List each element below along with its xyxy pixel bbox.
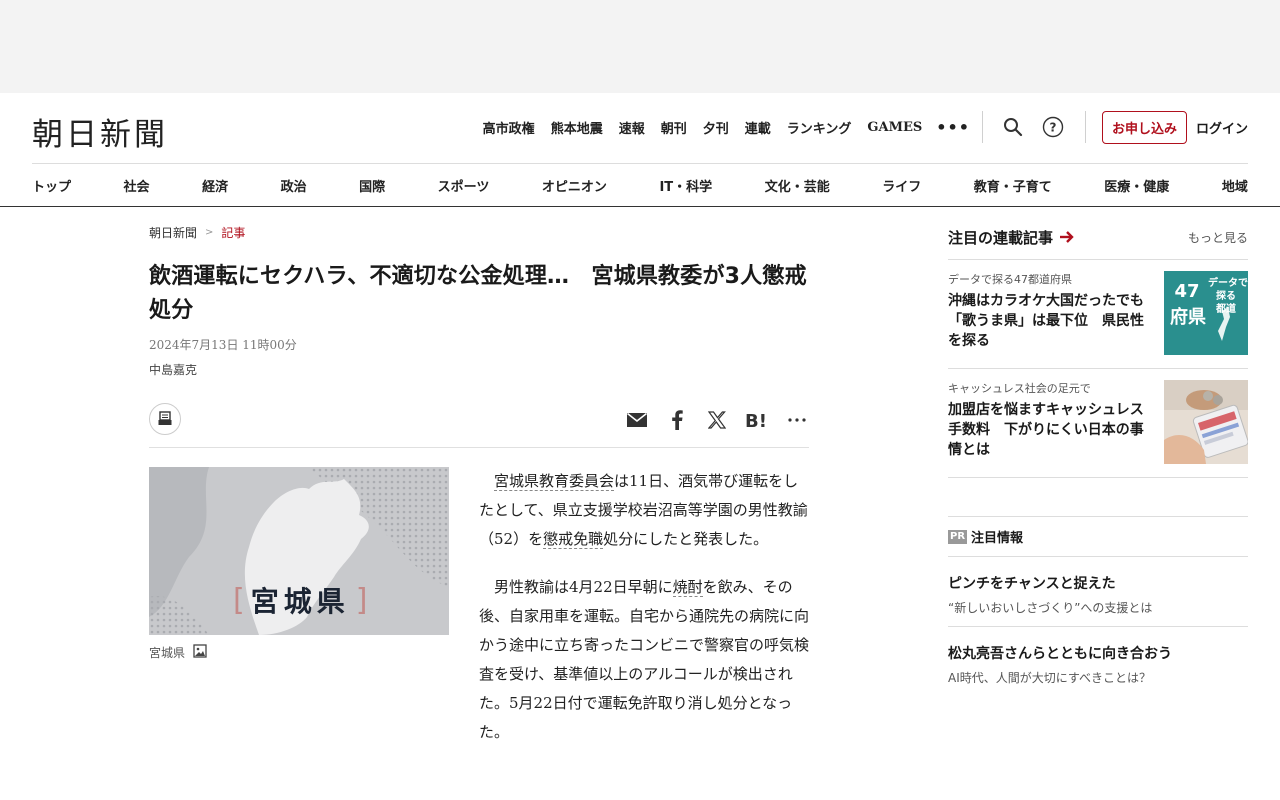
bracket-left: [ <box>233 582 245 618</box>
breadcrumb-home[interactable]: 朝日新聞 <box>149 224 197 241</box>
pr-section: PR 注目情報 ピンチをチャンスと捉えた “新しいおいしさづくり”への支援とは … <box>948 516 1248 696</box>
category-item[interactable]: 経済 <box>202 176 228 195</box>
category-item[interactable]: オピニオン <box>542 176 607 195</box>
article-date: 2024年7月13日 11時00分 <box>149 338 297 352</box>
series-card[interactable]: キャッシュレス社会の足元で 加盟店を悩ますキャッシュレス手数料 下がりにくい日本… <box>948 369 1248 478</box>
category-item[interactable]: IT・科学 <box>659 176 712 195</box>
topnav-item[interactable]: 高市政権 <box>483 118 535 137</box>
facebook-share-icon[interactable] <box>665 408 689 432</box>
subscribe-button[interactable]: お申し込み <box>1101 110 1187 144</box>
mail-share-icon[interactable] <box>625 408 649 432</box>
pr-item[interactable]: ピンチをチャンスと捉えた “新しいおいしさづくり”への支援とは <box>948 557 1248 627</box>
map-image[interactable]: [ 宮城県 ] <box>149 467 449 635</box>
article-paragraph: 男性教諭は4月22日早朝に焼酎を飲み、その後、自家用車を運転。自宅から通院先の病… <box>479 573 809 747</box>
paragraph-text: 処分にしたと発表した。 <box>603 530 769 548</box>
sidebar: 注目の連載記事 もっと見る データで探る47都道府県 沖縄はカラオケ大国だったで… <box>948 207 1248 696</box>
breadcrumb: 朝日新聞 > 記事 <box>149 224 809 241</box>
pr-item[interactable]: 松丸亮吾さんらとともに向き合おう AI時代、人間が大切にすべきことは？ <box>948 627 1248 696</box>
series-header: 注目の連載記事 もっと見る <box>948 223 1248 260</box>
site-header: 朝日新聞 高市政権 熊本地震 速報 朝刊 夕刊 連載 ランキング GAMES •… <box>0 93 1280 207</box>
share-icons: B! <box>609 408 809 432</box>
thumb-text-left: 47 府県 <box>1170 281 1206 328</box>
category-item[interactable]: 教育・子育て <box>974 176 1052 195</box>
category-item[interactable]: 医療・健康 <box>1104 176 1169 195</box>
series-thumbnail-photo <box>1164 380 1248 464</box>
topnav-item[interactable]: 連載 <box>745 118 771 137</box>
divider <box>1084 111 1086 143</box>
login-link[interactable]: ログイン <box>1196 118 1248 137</box>
paragraph-text: 男性教諭は4月22日早朝に <box>494 578 673 596</box>
top-nav: 高市政権 熊本地震 速報 朝刊 夕刊 連載 ランキング GAMES ••• ? … <box>467 110 1248 144</box>
topnav-item-games[interactable]: GAMES <box>867 120 922 135</box>
category-item[interactable]: 政治 <box>281 176 307 195</box>
x-share-icon[interactable] <box>705 408 729 432</box>
paragraph-text: を飲み、その後、自家用車を運転。自宅から通院先の病院に向かう途中に立ち寄ったコン… <box>479 578 810 741</box>
figure-caption: 宮城県 <box>149 644 449 661</box>
series-title-text: 注目の連載記事 <box>948 228 1054 247</box>
article-body: 宮城県教育委員会は11日、酒気帯び運転をしたとして、県立支援学校岩沼高等学園の男… <box>479 467 809 766</box>
hatena-bookmark-icon[interactable]: B! <box>745 408 769 432</box>
image-icon[interactable] <box>193 644 207 661</box>
topnav-item[interactable]: 朝刊 <box>661 118 687 137</box>
category-item[interactable]: ライフ <box>882 176 921 195</box>
series-title[interactable]: 注目の連載記事 <box>948 227 1075 248</box>
pr-item-title: ピンチをチャンスと捉えた <box>948 576 1116 592</box>
article-headline: 飲酒運転にセクハラ、不適切な公金処理… 宮城県教委が3人懲戒処分 <box>149 264 807 323</box>
breadcrumb-current: 記事 <box>221 226 246 240</box>
more-menu-button[interactable]: ••• <box>936 118 970 137</box>
category-item[interactable]: 文化・芸能 <box>765 176 830 195</box>
series-card-text: キャッシュレス社会の足元で 加盟店を悩ますキャッシュレス手数料 下がりにくい日本… <box>948 380 1153 464</box>
article-main: 朝日新聞 > 記事 飲酒運転にセクハラ、不適切な公金処理… 宮城県教委が3人懲戒… <box>149 207 809 741</box>
breadcrumb-separator: > <box>205 227 214 238</box>
help-icon[interactable]: ? <box>1042 116 1064 138</box>
series-thumbnail: 47 府県 データで 探る 都道 <box>1164 271 1248 355</box>
category-item[interactable]: スポーツ <box>438 176 490 195</box>
category-item[interactable]: 社会 <box>124 176 150 195</box>
series-card-title: 沖縄はカラオケ大国だったでも「歌うま県」は最下位 県民性を探る <box>948 293 1144 349</box>
series-kicker: データで探る47都道府県 <box>948 273 1072 286</box>
bracket-right: ] <box>355 582 368 618</box>
topnav-item[interactable]: 速報 <box>619 118 645 137</box>
series-card[interactable]: データで探る47都道府県 沖縄はカラオケ大国だったでも「歌うま県」は最下位 県民… <box>948 260 1248 369</box>
ad-banner-area <box>0 0 1280 93</box>
pr-item-sub: “新しいおいしさづくり”への支援とは <box>948 601 1153 615</box>
see-more-link[interactable]: もっと見る <box>1188 229 1248 246</box>
keyword-link[interactable]: 焼酎 <box>672 578 703 597</box>
series-kicker: キャッシュレス社会の足元で <box>948 382 1091 395</box>
map-label-text: 宮城県 <box>250 585 350 618</box>
map-label: [ 宮城県 ] <box>227 580 373 620</box>
pr-item-sub: AI時代、人間が大切にすべきことは？ <box>948 671 1152 685</box>
category-nav: トップ 社会 経済 政治 国際 スポーツ オピニオン IT・科学 文化・芸能 ラ… <box>32 163 1248 207</box>
svg-text:B!: B! <box>745 411 767 430</box>
article-author[interactable]: 中島嘉克 <box>149 361 809 378</box>
category-item[interactable]: 地域 <box>1222 176 1248 195</box>
share-bar: B! <box>149 400 809 448</box>
article-paragraph: 宮城県教育委員会は11日、酒気帯び運転をしたとして、県立支援学校岩沼高等学園の男… <box>479 467 809 554</box>
series-card-text: データで探る47都道府県 沖縄はカラオケ大国だったでも「歌うま県」は最下位 県民… <box>948 271 1153 355</box>
category-item[interactable]: 国際 <box>359 176 385 195</box>
pr-header: PR 注目情報 <box>948 527 1248 557</box>
search-icon[interactable] <box>1002 116 1024 138</box>
pr-title: 注目情報 <box>971 531 1024 546</box>
arrow-right-icon <box>1060 231 1074 243</box>
article-figure: [ 宮城県 ] 宮城県 <box>149 467 449 661</box>
pr-badge: PR <box>948 529 968 544</box>
svg-text:?: ? <box>1049 121 1056 135</box>
thumb-text-right: データで 探る 都道 <box>1208 278 1248 315</box>
keyword-link[interactable]: 宮城県教育委員会 <box>494 472 615 491</box>
topnav-item[interactable]: 熊本地震 <box>551 118 603 137</box>
more-share-icon[interactable] <box>785 408 809 432</box>
divider <box>981 111 983 143</box>
site-logo[interactable]: 朝日新聞 <box>32 109 168 154</box>
pr-item-title: 松丸亮吾さんらとともに向き合おう <box>948 646 1172 662</box>
topnav-item[interactable]: 夕刊 <box>703 118 729 137</box>
series-card-title: 加盟店を悩ますキャッシュレス手数料 下がりにくい日本の事情とは <box>948 402 1144 458</box>
print-icon[interactable] <box>149 403 181 435</box>
keyword-link[interactable]: 懲戒免職 <box>543 530 604 549</box>
category-item[interactable]: トップ <box>32 176 71 195</box>
caption-text: 宮城県 <box>149 646 186 660</box>
topnav-item[interactable]: ランキング <box>787 118 852 137</box>
